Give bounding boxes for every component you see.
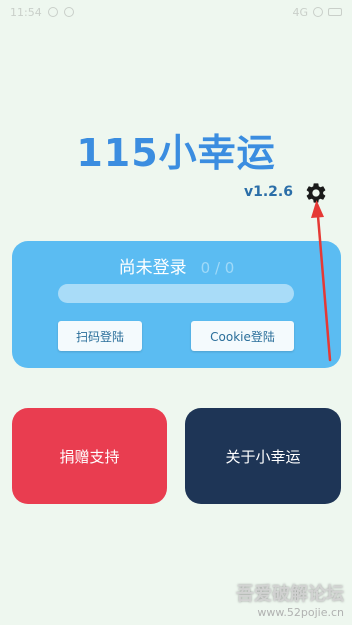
progress-bar (58, 284, 294, 303)
login-card: 尚未登录 0 / 0 扫码登陆 Cookie登陆 (12, 241, 341, 368)
notification-icon (47, 7, 58, 17)
version-label: v1.2.6 (244, 184, 293, 200)
about-button[interactable]: 关于小幸运 (185, 408, 341, 504)
status-time: 11:54 (10, 5, 42, 19)
watermark-url: www.52pojie.cn (257, 606, 344, 619)
donate-button[interactable]: 捐赠支持 (12, 408, 167, 504)
settings-button[interactable] (303, 180, 329, 206)
watermark: 吾爱破解论坛 www.52pojie.cn (236, 580, 344, 619)
about-label: 关于小幸运 (225, 447, 301, 466)
network-label: 4G (292, 5, 308, 19)
app-title: 115小幸运 (76, 131, 276, 175)
status-left: 11:54 (10, 6, 74, 19)
gear-icon (306, 183, 326, 203)
cookie-login-button[interactable]: Cookie登陆 (191, 321, 294, 351)
qr-login-button[interactable]: 扫码登陆 (58, 321, 142, 351)
status-bar: 11:54 4G (0, 0, 352, 24)
watermark-title: 吾爱破解论坛 (236, 584, 344, 605)
wifi-icon (313, 7, 323, 17)
status-right: 4G (292, 6, 342, 19)
login-count: 0 / 0 (200, 259, 235, 277)
battery-icon (328, 8, 342, 16)
alarm-icon (63, 7, 74, 17)
login-status-row: 尚未登录 0 / 0 (12, 253, 341, 278)
login-status-text: 尚未登录 (118, 258, 187, 278)
donate-label: 捐赠支持 (59, 447, 120, 466)
